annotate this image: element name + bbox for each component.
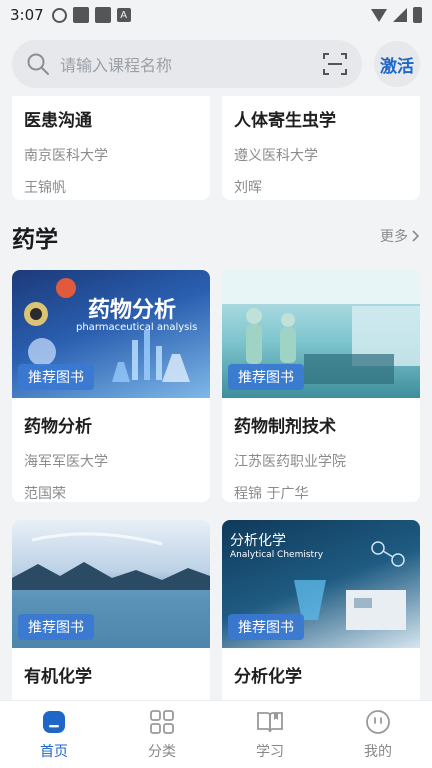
more-label: 更多	[380, 229, 408, 245]
course-author: 程锦 于广华	[234, 486, 309, 502]
course-title: 医患沟通	[24, 111, 92, 131]
activate-button[interactable]: 激活	[374, 41, 420, 87]
course-cover: 推荐图书	[12, 520, 210, 648]
status-time: 3:07	[10, 6, 44, 24]
recommend-badge: 推荐图书	[18, 364, 94, 390]
notification-icon	[51, 7, 67, 23]
search-input[interactable]: 请输入课程名称	[12, 40, 362, 88]
tab-label: 首页	[40, 743, 68, 760]
course-card[interactable]: 推荐图书 药物制剂技术 江苏医药职业学院 程锦 于广华	[222, 270, 420, 502]
profile-icon	[366, 709, 390, 734]
search-icon	[27, 53, 49, 75]
course-card[interactable]: 医患沟通 南京医科大学 王锦帆	[12, 96, 210, 200]
tab-label: 学习	[256, 743, 284, 760]
course-school: 海军军医大学	[24, 454, 108, 470]
home-icon	[43, 710, 65, 733]
bottom-tabbar: 首页 分类 学习 我的	[0, 700, 432, 768]
course-card[interactable]: 人体寄生虫学 遵义医科大学 刘晖	[222, 96, 420, 200]
cover-title: 分析化学	[230, 533, 286, 549]
app-a-icon: A	[116, 8, 131, 22]
tab-home[interactable]: 首页	[0, 701, 108, 768]
more-link[interactable]: 更多	[380, 226, 420, 246]
course-title: 分析化学	[234, 667, 302, 687]
course-title: 药物制剂技术	[234, 417, 336, 437]
tab-study[interactable]: 学习	[216, 701, 324, 768]
content-scroll[interactable]: 医患沟通 南京医科大学 王锦帆 人体寄生虫学 遵义医科大学 刘晖 药学 更多 药…	[0, 96, 432, 700]
grid-icon	[150, 709, 174, 734]
cover-subtitle: pharmaceutical analysis	[76, 322, 198, 333]
square-icon	[72, 7, 89, 23]
course-author: 刘晖	[234, 180, 262, 196]
course-cover: 药物分析 pharmaceutical analysis 推荐图书	[12, 270, 210, 398]
wifi-icon	[371, 8, 387, 22]
recommend-badge: 推荐图书	[228, 614, 304, 640]
course-author: 王锦帆	[24, 180, 66, 196]
cover-subtitle: Analytical Chemistry	[230, 550, 324, 560]
cover-title: 药物分析	[88, 298, 177, 323]
course-cover: 推荐图书	[222, 270, 420, 398]
course-author: 范国荣	[24, 486, 66, 502]
book-icon	[257, 711, 283, 732]
course-school: 江苏医药职业学院	[234, 454, 346, 470]
status-bar: 3:07 A	[0, 0, 432, 30]
section-title: 药学	[12, 227, 58, 253]
tab-profile[interactable]: 我的	[324, 701, 432, 768]
search-placeholder: 请输入课程名称	[60, 56, 173, 75]
tab-label: 分类	[148, 743, 176, 760]
square-icon	[94, 7, 111, 23]
course-school: 南京医科大学	[24, 148, 108, 164]
battery-icon	[413, 7, 422, 23]
chevron-right-icon	[412, 230, 420, 242]
tab-label: 我的	[364, 743, 392, 760]
course-title: 有机化学	[24, 667, 92, 687]
course-school: 遵义医科大学	[234, 148, 318, 164]
course-card[interactable]: 药物分析 pharmaceutical analysis 推荐图书 药物分析 海…	[12, 270, 210, 502]
course-title: 人体寄生虫学	[234, 111, 336, 131]
search-row: 请输入课程名称 激活	[0, 36, 432, 92]
course-card[interactable]: 推荐图书 有机化学	[12, 520, 210, 700]
course-card[interactable]: 分析化学 Analytical Chemistry 推荐图书 分析化学	[222, 520, 420, 700]
course-title: 药物分析	[24, 417, 92, 437]
scan-icon[interactable]	[322, 51, 348, 77]
recommend-badge: 推荐图书	[228, 364, 304, 390]
signal-icon	[393, 8, 407, 22]
course-cover: 分析化学 Analytical Chemistry 推荐图书	[222, 520, 420, 648]
tab-category[interactable]: 分类	[108, 701, 216, 768]
recommend-badge: 推荐图书	[18, 614, 94, 640]
